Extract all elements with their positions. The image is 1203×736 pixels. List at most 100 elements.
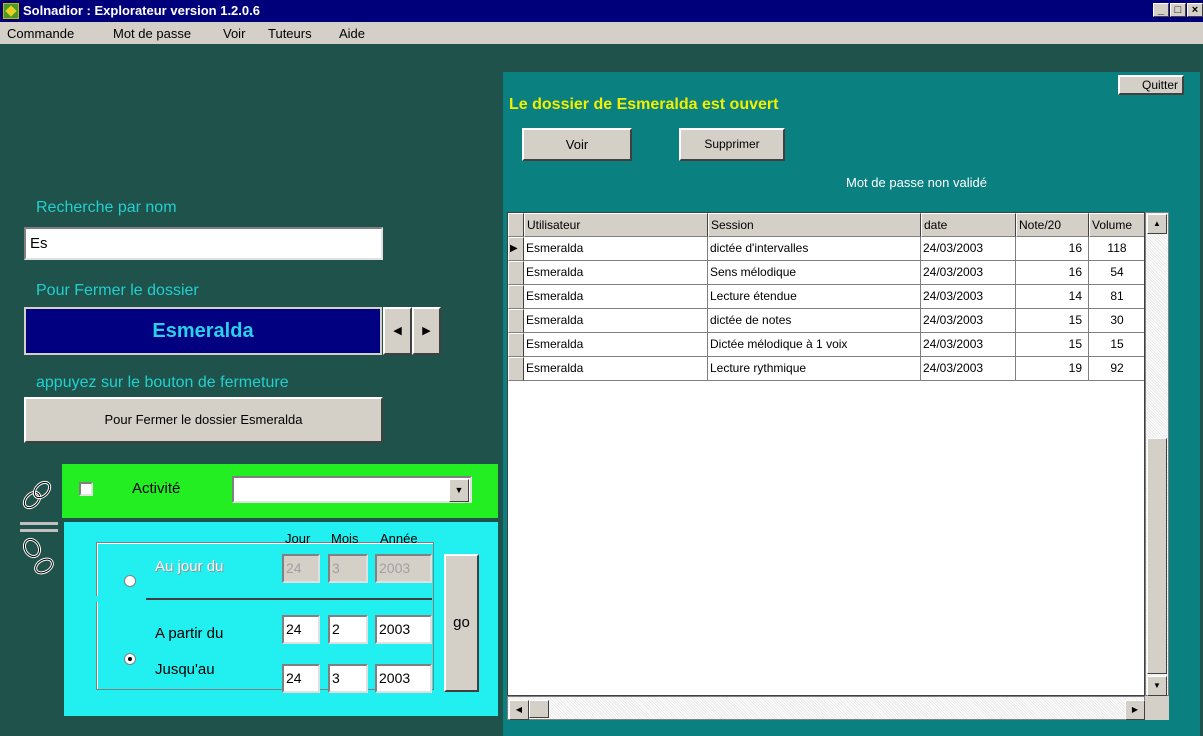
scroll-corner <box>1145 696 1169 720</box>
from-label: A partir du <box>155 625 224 642</box>
scroll-left-button[interactable]: ◀ <box>509 700 529 720</box>
current-user-name: Esmeralda <box>24 307 382 355</box>
table-cell[interactable]: 118 <box>1089 237 1144 261</box>
year-column-header: Année <box>380 531 418 546</box>
until-month-field[interactable]: 3 <box>328 664 368 693</box>
menu-tuteurs[interactable]: Tuteurs <box>268 26 312 41</box>
table-cell[interactable]: 81 <box>1089 285 1144 309</box>
activity-label: Activité <box>132 480 181 497</box>
table-cell[interactable]: 15 <box>1089 333 1144 357</box>
column-header-grade[interactable]: Note/20 <box>1016 213 1089 237</box>
previous-user-button[interactable]: ◀ <box>383 307 412 355</box>
table-cell[interactable]: Lecture rythmique <box>708 357 921 381</box>
chain-broken-icon[interactable] <box>18 534 58 580</box>
table-cell[interactable]: Esmeralda <box>524 261 708 285</box>
day-column-header: Jour <box>285 531 311 546</box>
table-cell[interactable]: 15 <box>1016 309 1089 333</box>
menu-commande[interactable]: Commande <box>7 26 74 41</box>
menu-voir[interactable]: Voir <box>223 26 245 41</box>
column-header-session[interactable]: Session <box>708 213 921 237</box>
table-cell[interactable]: Esmeralda <box>524 285 708 309</box>
on-day-label: Au jour du <box>155 558 224 575</box>
menu-mot-de-passe[interactable]: Mot de passe <box>113 26 191 41</box>
month-column-header: Mois <box>331 531 359 546</box>
search-input[interactable] <box>24 227 383 260</box>
chain-linked-icon[interactable] <box>18 474 58 514</box>
row-selector[interactable] <box>508 309 524 333</box>
minimize-button[interactable]: _ <box>1153 3 1169 17</box>
divider <box>20 529 58 532</box>
close-folder-button[interactable]: Pour Fermer le dossier Esmeralda <box>24 397 383 443</box>
column-header-user[interactable]: Utilisateur <box>524 213 708 237</box>
app-icon <box>3 3 19 19</box>
row-selector[interactable] <box>508 285 524 309</box>
scroll-up-button[interactable]: ▲ <box>1147 214 1167 234</box>
close-folder-label: Pour Fermer le dossier <box>36 282 199 299</box>
column-header-date[interactable]: date <box>921 213 1016 237</box>
table-cell[interactable]: 54 <box>1089 261 1144 285</box>
table-cell[interactable]: 16 <box>1016 237 1089 261</box>
divider <box>20 522 58 525</box>
on-day-day-field: 24 <box>282 554 320 583</box>
table-cell[interactable]: Esmeralda <box>524 333 708 357</box>
date-divider <box>146 598 432 600</box>
row-pointer-icon[interactable]: ▶ <box>508 237 524 261</box>
date-group-gap <box>96 596 146 602</box>
search-label: Recherche par nom <box>36 199 177 216</box>
until-label: Jusqu'au <box>155 661 215 678</box>
table-cell[interactable]: 16 <box>1016 261 1089 285</box>
from-month-field[interactable]: 2 <box>328 615 368 644</box>
on-day-month-field: 3 <box>328 554 368 583</box>
vertical-scroll-thumb[interactable] <box>1147 438 1167 674</box>
table-cell[interactable]: 24/03/2003 <box>921 309 1016 333</box>
maximize-button[interactable]: □ <box>1170 3 1186 17</box>
scroll-right-button[interactable]: ▶ <box>1125 700 1145 720</box>
table-cell[interactable]: dictée de notes <box>708 309 921 333</box>
table-cell[interactable]: 19 <box>1016 357 1089 381</box>
sessions-table[interactable]: Utilisateur Session date Note/20 Volume … <box>507 212 1145 696</box>
table-cell[interactable]: 15 <box>1016 333 1089 357</box>
row-selector[interactable] <box>508 357 524 381</box>
until-day-field[interactable]: 24 <box>282 664 320 693</box>
menu-aide[interactable]: Aide <box>339 26 365 41</box>
horizontal-scrollbar[interactable] <box>507 696 1145 720</box>
table-cell[interactable]: 24/03/2003 <box>921 357 1016 381</box>
view-button[interactable]: Voir <box>522 128 632 161</box>
quit-button[interactable]: Quitter <box>1118 75 1184 95</box>
table-cell[interactable]: 92 <box>1089 357 1144 381</box>
until-year-field[interactable]: 2003 <box>375 664 432 693</box>
table-cell[interactable]: 24/03/2003 <box>921 285 1016 309</box>
table-cell[interactable]: Dictée mélodique à 1 voix <box>708 333 921 357</box>
period-radio[interactable] <box>124 653 136 665</box>
table-cell[interactable]: Esmeralda <box>524 357 708 381</box>
table-cell[interactable]: 24/03/2003 <box>921 261 1016 285</box>
row-selector[interactable] <box>508 261 524 285</box>
next-user-button[interactable]: ▶ <box>412 307 441 355</box>
table-cell[interactable]: dictée d'intervalles <box>708 237 921 261</box>
password-status: Mot de passe non validé <box>846 175 987 190</box>
table-cell[interactable]: 24/03/2003 <box>921 237 1016 261</box>
table-cell[interactable]: Sens mélodique <box>708 261 921 285</box>
row-selector[interactable] <box>508 333 524 357</box>
press-close-label: appuyez sur le bouton de fermeture <box>36 374 289 391</box>
chevron-down-icon[interactable]: ▼ <box>449 479 469 502</box>
table-cell[interactable]: Esmeralda <box>524 237 708 261</box>
table-cell[interactable]: 14 <box>1016 285 1089 309</box>
table-cell[interactable]: Esmeralda <box>524 309 708 333</box>
table-cell[interactable]: Lecture étendue <box>708 285 921 309</box>
activity-select[interactable]: ▼ <box>232 476 472 503</box>
horizontal-scroll-thumb[interactable] <box>529 700 549 718</box>
from-day-field[interactable]: 24 <box>282 615 320 644</box>
table-cell[interactable]: 24/03/2003 <box>921 333 1016 357</box>
on-day-year-field: 2003 <box>375 554 432 583</box>
from-year-field[interactable]: 2003 <box>375 615 432 644</box>
delete-button[interactable]: Supprimer <box>679 128 785 161</box>
on-day-radio[interactable] <box>124 575 136 587</box>
column-header-volume[interactable]: Volume <box>1089 213 1144 237</box>
title-bar[interactable]: Solnadior : Explorateur version 1.2.0.6 … <box>0 0 1203 22</box>
scroll-down-button[interactable]: ▼ <box>1147 676 1167 696</box>
go-button[interactable]: go <box>444 554 479 692</box>
table-cell[interactable]: 30 <box>1089 309 1144 333</box>
close-window-button[interactable]: × <box>1187 3 1203 17</box>
activity-checkbox[interactable] <box>79 482 93 496</box>
